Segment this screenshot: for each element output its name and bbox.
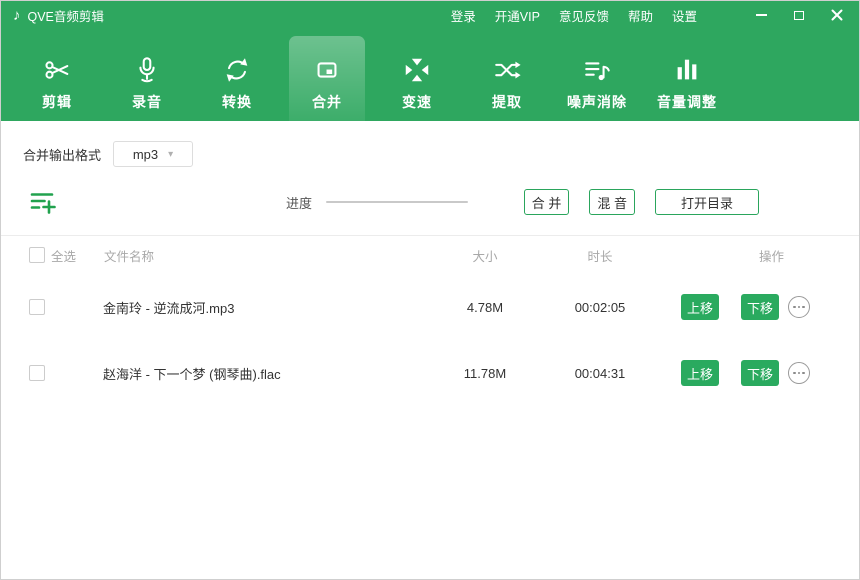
title-bar: ♪ QVE音频剪辑 登录 开通VIP 意见反馈 帮助 设置 (1, 1, 859, 29)
chevron-down-icon: ▾ (168, 149, 173, 160)
move-down-button[interactable]: 下移 (741, 294, 779, 320)
merge-icon (312, 55, 342, 85)
tab-label: 噪声消除 (567, 92, 627, 112)
tab-label: 录音 (132, 92, 162, 112)
move-up-button[interactable]: 上移 (681, 294, 719, 320)
column-header-duration: 时长 (540, 246, 660, 265)
more-options-icon[interactable] (788, 362, 810, 384)
file-size: 4.78M (430, 300, 540, 315)
noise-removal-icon (582, 55, 612, 85)
feedback-link[interactable]: 意见反馈 (559, 6, 609, 25)
row-checkbox[interactable] (29, 299, 45, 315)
file-size: 11.78M (430, 366, 540, 381)
tab-clip[interactable]: 剪辑 (19, 29, 95, 121)
select-all-label: 全选 (51, 246, 76, 265)
output-format-select[interactable]: mp3 ▾ (113, 141, 193, 167)
scissors-icon (42, 55, 72, 85)
row-checkbox[interactable] (29, 365, 45, 381)
tab-label: 变速 (402, 92, 432, 112)
vip-link[interactable]: 开通VIP (495, 6, 540, 25)
app-window: ♪ QVE音频剪辑 登录 开通VIP 意见反馈 帮助 设置 剪辑 录音 (0, 0, 860, 580)
table-header: 全选 文件名称 大小 时长 操作 (1, 236, 859, 274)
minimize-icon (756, 14, 767, 16)
table-row: 金南玲 - 逆流成河.mp3 4.78M 00:02:05 上移 下移 (1, 274, 859, 340)
app-title: QVE音频剪辑 (28, 6, 104, 25)
tab-record[interactable]: 录音 (109, 29, 185, 121)
tab-label: 合并 (312, 92, 342, 112)
mix-button[interactable]: 混 音 (589, 189, 635, 215)
volume-bars-icon (672, 55, 702, 85)
tab-label: 转换 (222, 92, 252, 112)
progress-label: 进度 (286, 193, 312, 212)
tab-speed[interactable]: 变速 (379, 29, 455, 121)
tab-convert[interactable]: 转换 (199, 29, 275, 121)
file-name: 金南玲 - 逆流成河.mp3 (45, 298, 430, 317)
tab-merge[interactable]: 合并 (289, 36, 365, 121)
speed-icon (402, 55, 432, 85)
move-down-button[interactable]: 下移 (741, 360, 779, 386)
select-all-checkbox[interactable] (29, 247, 45, 263)
tab-noise-removal[interactable]: 噪声消除 (559, 29, 635, 121)
table-row: 赵海洋 - 下一个梦 (钢琴曲).flac 11.78M 00:04:31 上移… (1, 340, 859, 406)
microphone-icon (132, 55, 162, 85)
tab-volume-adjust[interactable]: 音量调整 (649, 29, 725, 121)
maximize-icon (794, 11, 804, 20)
help-link[interactable]: 帮助 (628, 6, 653, 25)
merge-panel: 合并输出格式 mp3 ▾ 进度 合 并 混 音 打开目录 全选 文件名称 (1, 141, 859, 406)
column-header-name: 文件名称 (104, 246, 154, 265)
toolbar: 剪辑 录音 转换 合并 (1, 29, 859, 121)
move-up-button[interactable]: 上移 (681, 360, 719, 386)
convert-icon (222, 55, 252, 85)
column-header-operation: 操作 (660, 246, 859, 265)
music-note-icon: ♪ (13, 8, 21, 23)
output-format-value: mp3 (133, 147, 158, 162)
column-header-size: 大小 (430, 246, 540, 265)
progress-slider[interactable] (326, 201, 468, 203)
minimize-button[interactable] (753, 7, 769, 23)
tab-extract[interactable]: 提取 (469, 29, 545, 121)
add-files-icon[interactable] (29, 188, 57, 216)
output-format-label: 合并输出格式 (23, 145, 101, 164)
tab-label: 提取 (492, 92, 522, 112)
more-options-icon[interactable] (788, 296, 810, 318)
file-duration: 00:02:05 (540, 300, 660, 315)
tab-label: 剪辑 (42, 92, 72, 112)
close-button[interactable] (829, 7, 845, 23)
file-duration: 00:04:31 (540, 366, 660, 381)
settings-link[interactable]: 设置 (672, 6, 697, 25)
close-icon (831, 9, 843, 21)
login-link[interactable]: 登录 (451, 6, 476, 25)
extract-icon (492, 55, 522, 85)
file-name: 赵海洋 - 下一个梦 (钢琴曲).flac (45, 364, 430, 383)
maximize-button[interactable] (791, 7, 807, 23)
merge-button[interactable]: 合 并 (524, 189, 570, 215)
open-directory-button[interactable]: 打开目录 (655, 189, 759, 215)
tab-label: 音量调整 (657, 92, 717, 112)
